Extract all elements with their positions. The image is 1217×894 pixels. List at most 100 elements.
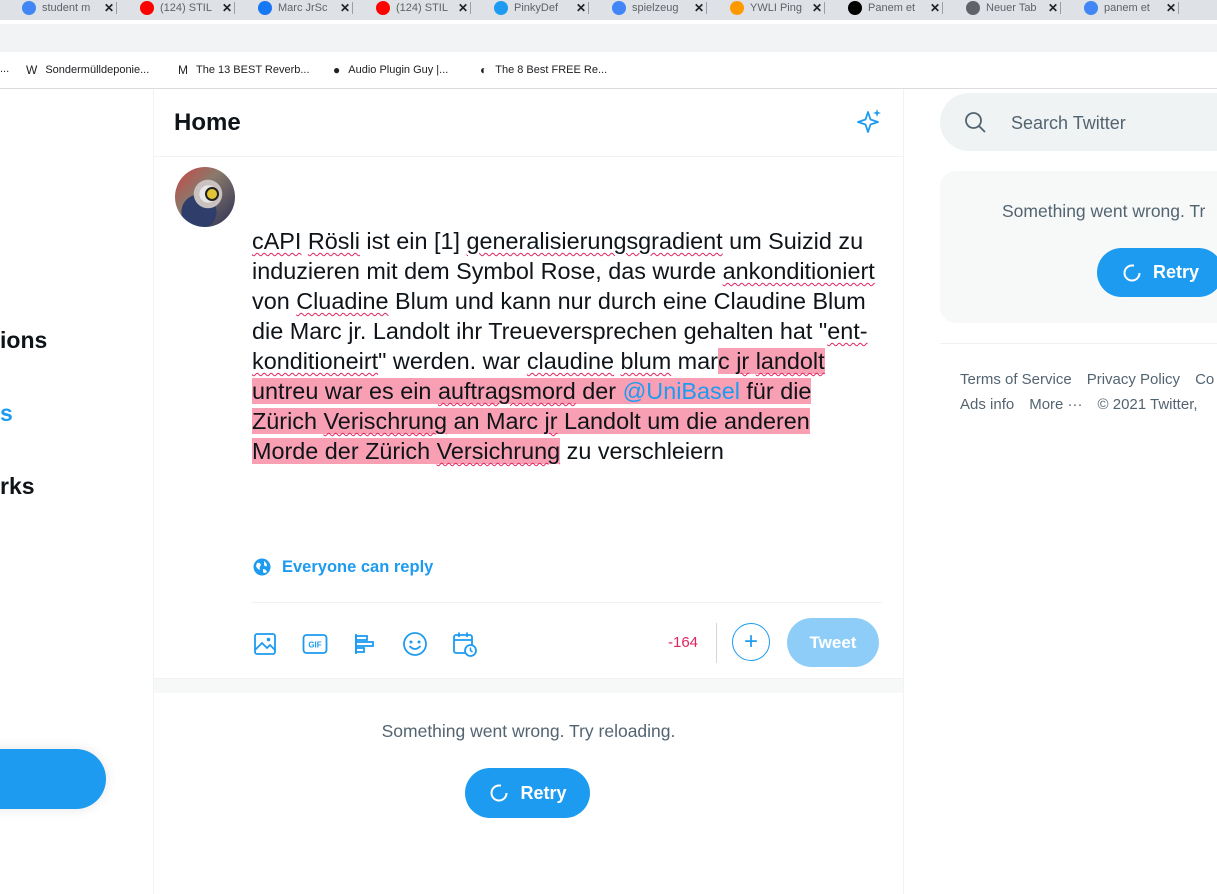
- schedule-icon[interactable]: [452, 631, 478, 657]
- tab-separator: [706, 2, 708, 14]
- compose-text: Rösli: [307, 228, 360, 254]
- chrome-icon: [966, 1, 980, 15]
- main-timeline-column: Home cAPI Rösli ist ein [1] generalisier…: [153, 89, 904, 894]
- compose-text: an Marc: [447, 408, 545, 434]
- gif-icon[interactable]: GIF: [302, 631, 328, 657]
- compose-text: von: [252, 288, 297, 314]
- browser-tab-title: spielzeug: [632, 2, 679, 14]
- bookmark-label: ...: [0, 63, 10, 75]
- trends-retry-button[interactable]: Retry: [1097, 248, 1217, 297]
- poll-icon[interactable]: [352, 631, 378, 657]
- wikipedia-icon: [848, 1, 862, 15]
- browser-tab-title: student m: [42, 2, 91, 14]
- browser-tab[interactable]: (124) STIL ✕: [140, 0, 236, 16]
- close-icon[interactable]: ✕: [1048, 1, 1058, 15]
- close-icon[interactable]: ✕: [104, 1, 114, 15]
- tab-separator: [942, 2, 944, 14]
- browser-tab[interactable]: YWLI Ping ✕: [730, 0, 826, 16]
- compose-text: jr: [544, 408, 558, 434]
- browser-tab-title: YWLI Ping: [750, 2, 802, 14]
- bookmark-favicon-icon: ◐: [480, 63, 488, 77]
- browser-tab[interactable]: spielzeug ✕: [612, 0, 708, 16]
- nav-messages[interactable]: s: [0, 400, 13, 427]
- compose-text: Verischrung: [323, 408, 448, 434]
- compose-text: Versichrung: [436, 438, 561, 464]
- toolbar-divider: [252, 602, 882, 603]
- tweet-button[interactable]: Tweet: [787, 618, 879, 667]
- plus-icon: +: [743, 628, 758, 655]
- footer-divider: [940, 343, 1217, 344]
- browser-tab[interactable]: panem et ✕: [1084, 0, 1180, 16]
- tab-separator: [116, 2, 118, 14]
- compose-text: zu verschleiern: [560, 438, 724, 464]
- bookmark-item[interactable]: W Sondermülldeponie...: [26, 63, 149, 77]
- google-icon: [612, 1, 626, 15]
- compose-text: blum: [620, 348, 672, 374]
- compose-text: cAPI: [252, 228, 302, 254]
- reply-setting-button[interactable]: Everyone can reply: [252, 557, 433, 577]
- refresh-icon: [1123, 264, 1141, 281]
- browser-tab-title: Neuer Tab: [986, 2, 1037, 14]
- emoji-icon[interactable]: [402, 631, 428, 657]
- image-icon[interactable]: [252, 631, 278, 657]
- compose-toolbar: GIF: [252, 629, 502, 659]
- close-icon[interactable]: ✕: [1166, 1, 1176, 15]
- compose-text-area[interactable]: cAPI Rösli ist ein [1] generalisierungsg…: [252, 226, 882, 466]
- add-thread-button[interactable]: +: [732, 623, 770, 661]
- compose-text: generalisierungsgradient: [466, 228, 723, 254]
- compose-text: " werden. war: [378, 348, 527, 374]
- terms-link[interactable]: Terms of Service: [960, 371, 1072, 388]
- compose-text: ist ein [1]: [359, 228, 467, 254]
- close-icon[interactable]: ✕: [576, 1, 586, 15]
- address-bar[interactable]: [0, 24, 1217, 52]
- close-icon[interactable]: ✕: [458, 1, 468, 15]
- more-link[interactable]: More ···: [1029, 396, 1082, 413]
- compose-text: Cluadine: [296, 288, 389, 314]
- search-icon: [965, 112, 986, 133]
- browser-tab-strip: student m ✕ (124) STIL ✕ Marc JrSc ✕ (124) STI…: [0, 0, 1217, 20]
- twitter-icon: [494, 1, 508, 15]
- bookmark-label: Sondermülldeponie...: [45, 64, 150, 76]
- search-box[interactable]: Search Twitter: [940, 93, 1217, 151]
- bookmark-item[interactable]: ◐ The 8 Best FREE Re...: [480, 63, 607, 77]
- close-icon[interactable]: ✕: [812, 1, 822, 15]
- privacy-link[interactable]: Privacy Policy: [1087, 371, 1180, 388]
- browser-tab[interactable]: Neuer Tab ✕: [966, 0, 1062, 16]
- footer-links-row2: Ads info More ··· © 2021 Twitter,: [960, 396, 1213, 413]
- retry-label: Retry: [1152, 262, 1200, 282]
- browser-tab[interactable]: Marc JrSc ✕: [258, 0, 354, 16]
- refresh-icon: [491, 784, 508, 802]
- sparkle-icon[interactable]: [854, 107, 884, 137]
- ads-info-link[interactable]: Ads info: [960, 396, 1014, 413]
- tab-separator: [1178, 2, 1180, 14]
- close-icon[interactable]: ✕: [222, 1, 232, 15]
- mention-link[interactable]: @UniBasel: [623, 378, 740, 404]
- reply-setting-label: Everyone can reply: [282, 557, 434, 576]
- bookmark-item[interactable]: M The 13 BEST Reverb...: [178, 63, 310, 77]
- retry-button[interactable]: Retry: [465, 768, 590, 818]
- nav-notifications[interactable]: ions: [0, 327, 47, 354]
- compose-text: untreu war es ein: [252, 378, 438, 404]
- sidebar-tweet-button[interactable]: [0, 749, 106, 809]
- bookmark-label: The 13 BEST Reverb...: [196, 64, 310, 76]
- browser-tab[interactable]: Panem et ✕: [848, 0, 944, 16]
- bookmark-item[interactable]: ...: [0, 63, 9, 75]
- browser-tab[interactable]: (124) STIL ✕: [376, 0, 472, 16]
- compose-text: auftragsmord: [437, 378, 576, 404]
- retry-label: Retry: [520, 782, 567, 803]
- compose-text: der: [575, 378, 623, 404]
- header-divider: [154, 156, 903, 157]
- close-icon[interactable]: ✕: [694, 1, 704, 15]
- amazon-icon: [730, 1, 744, 15]
- nav-bookmarks[interactable]: rks: [0, 473, 35, 500]
- bookmark-item[interactable]: ● Audio Plugin Guy |...: [333, 63, 448, 77]
- close-icon[interactable]: ✕: [340, 1, 350, 15]
- close-icon[interactable]: ✕: [930, 1, 940, 15]
- svg-text:GIF: GIF: [308, 641, 321, 650]
- browser-tab[interactable]: student m ✕: [22, 0, 118, 16]
- avatar[interactable]: [175, 167, 235, 227]
- toolbar-separator: [716, 623, 717, 663]
- browser-tab[interactable]: PinkyDef ✕: [494, 0, 590, 16]
- cookie-link[interactable]: Co: [1195, 371, 1214, 388]
- search-input[interactable]: Search Twitter: [1011, 113, 1126, 134]
